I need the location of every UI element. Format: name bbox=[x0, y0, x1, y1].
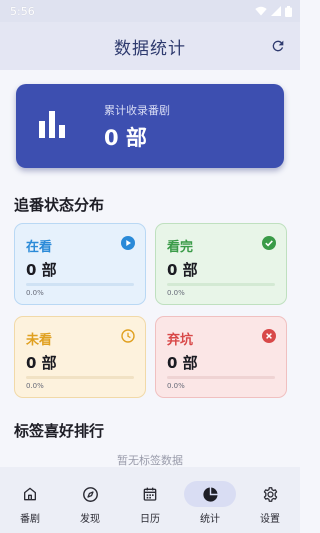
summary-label: 累计收录番剧 bbox=[104, 104, 170, 117]
nav-item-anime[interactable]: 番剧 bbox=[0, 467, 60, 533]
status-card-finished[interactable]: 看完 0 部 0.0% bbox=[155, 223, 287, 305]
status-card-progress bbox=[167, 283, 275, 286]
cancel-circle-icon bbox=[262, 329, 276, 343]
nav-label: 发现 bbox=[80, 514, 100, 525]
nav-icon-wrap-active bbox=[184, 481, 236, 507]
status-card-value: 0 部 bbox=[167, 261, 198, 279]
status-card-percent: 0.0% bbox=[26, 382, 44, 390]
nav-label: 统计 bbox=[200, 514, 220, 525]
tags-empty-text: 暂无标签数据 bbox=[117, 454, 183, 467]
status-section-title: 追番状态分布 bbox=[14, 196, 105, 214]
play-circle-icon bbox=[121, 236, 135, 250]
status-card-value: 0 部 bbox=[26, 261, 57, 279]
status-card-dropped[interactable]: 弃坑 0 部 0.0% bbox=[155, 316, 287, 398]
status-card-progress bbox=[26, 376, 134, 379]
page-title: 数据统计 bbox=[114, 38, 186, 59]
content: 累计收录番剧 0 部 追番状态分布 在看 0 部 0.0% 看完 0 部 0.0… bbox=[0, 70, 300, 467]
status-bar: 5:56 bbox=[0, 0, 300, 22]
nav-icon-wrap bbox=[4, 481, 56, 507]
status-card-progress bbox=[167, 376, 275, 379]
nav-item-stats[interactable]: 统计 bbox=[180, 467, 240, 533]
nav-item-settings[interactable]: 设置 bbox=[240, 467, 300, 533]
nav-label: 日历 bbox=[140, 514, 160, 525]
status-card-label: 弃坑 bbox=[167, 333, 194, 348]
app-bar: 数据统计 bbox=[0, 22, 300, 70]
status-card-label: 看完 bbox=[167, 240, 194, 255]
nav-icon-wrap bbox=[64, 481, 116, 507]
bar-chart-icon bbox=[39, 111, 65, 138]
clock-icon bbox=[121, 329, 135, 343]
nav-label: 番剧 bbox=[20, 514, 40, 525]
status-card-label: 未看 bbox=[26, 333, 53, 348]
status-card-progress bbox=[26, 283, 134, 286]
home-icon bbox=[24, 487, 36, 501]
nav-icon-wrap bbox=[244, 481, 296, 507]
nav-item-calendar[interactable]: 日历 bbox=[120, 467, 180, 533]
tags-section-title: 标签喜好排行 bbox=[14, 422, 105, 440]
status-card-percent: 0.0% bbox=[167, 289, 185, 297]
compass-icon bbox=[82, 486, 98, 502]
nav-item-discover[interactable]: 发现 bbox=[60, 467, 120, 533]
refresh-button[interactable] bbox=[266, 34, 290, 58]
bottom-nav: 番剧 发现 日历 统计 设置 bbox=[0, 467, 300, 533]
check-circle-icon bbox=[262, 236, 276, 250]
status-time: 5:56 bbox=[10, 4, 35, 18]
signal-icon bbox=[271, 6, 281, 16]
refresh-icon bbox=[272, 40, 284, 52]
status-card-watching[interactable]: 在看 0 部 0.0% bbox=[14, 223, 146, 305]
summary-card: 累计收录番剧 0 部 bbox=[16, 84, 284, 168]
battery-icon bbox=[285, 5, 292, 17]
wifi-icon bbox=[255, 6, 267, 16]
status-icons bbox=[255, 5, 292, 17]
gear-icon bbox=[263, 486, 277, 502]
pie-chart-icon bbox=[202, 486, 218, 502]
status-card-label: 在看 bbox=[26, 240, 53, 255]
nav-icon-wrap bbox=[124, 481, 176, 507]
status-card-unwatched[interactable]: 未看 0 部 0.0% bbox=[14, 316, 146, 398]
status-card-value: 0 部 bbox=[167, 354, 198, 372]
nav-label: 设置 bbox=[260, 514, 280, 525]
status-card-percent: 0.0% bbox=[26, 289, 44, 297]
summary-value: 0 部 bbox=[104, 126, 147, 150]
status-card-value: 0 部 bbox=[26, 354, 57, 372]
calendar-icon bbox=[143, 487, 157, 501]
status-card-percent: 0.0% bbox=[167, 382, 185, 390]
